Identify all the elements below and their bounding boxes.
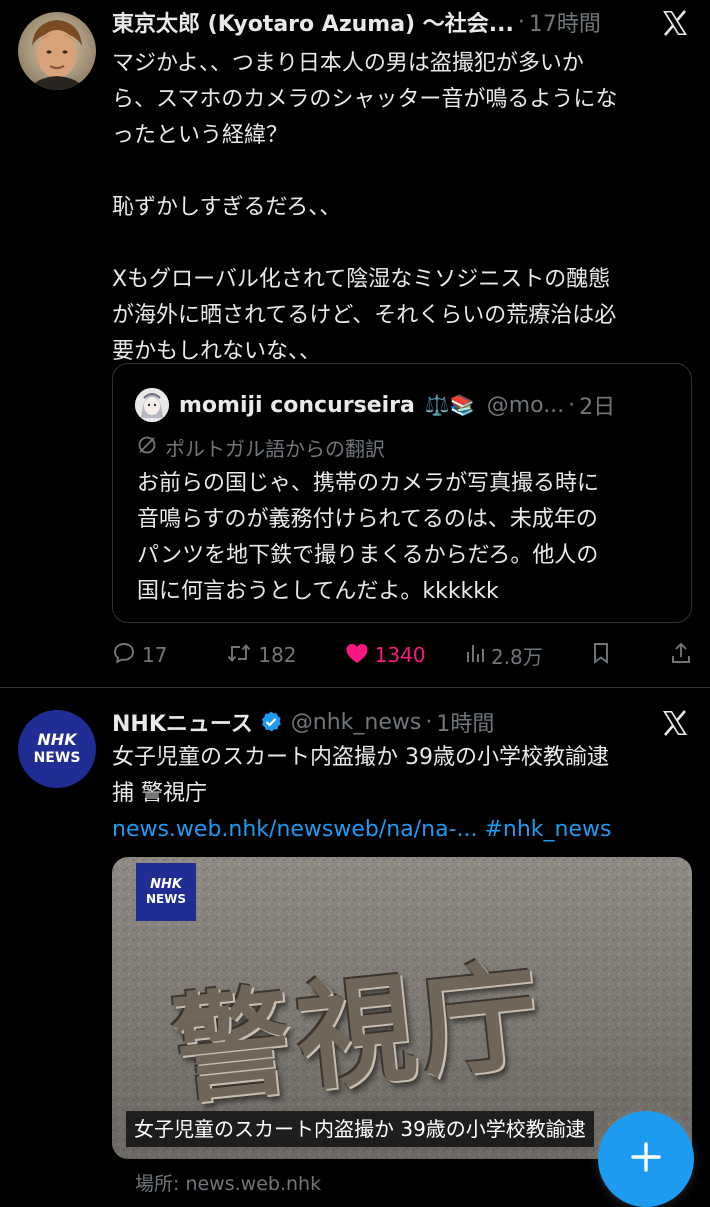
link-card[interactable]: NHK NEWS 警視庁 女子児童のスカート内盗撮か 39歳の小学校教諭逮 bbox=[112, 857, 692, 1159]
card-source[interactable]: 場所: news.web.nhk bbox=[135, 1169, 321, 1196]
tweet-text: 女子児童のスカート内盗撮か 39歳の小学校教諭逮 捕 警視庁 news.web.… bbox=[112, 740, 686, 848]
card-logo: NHK NEWS bbox=[136, 863, 196, 921]
tweet-text: マジかよ、、つまり日本人の男は盗撮犯が多いか ら、スマホのカメラのシャッター音が… bbox=[112, 46, 686, 370]
card-logo-bottom: NEWS bbox=[145, 892, 187, 906]
timestamp[interactable]: 1時間 bbox=[436, 706, 494, 738]
hashtag-link[interactable]: #nhk_news bbox=[484, 817, 611, 842]
repost-count: 182 bbox=[258, 643, 297, 667]
display-name[interactable]: 東京太郎 (Kyotaro Azuma) 〜社会... bbox=[112, 6, 514, 38]
views-icon bbox=[465, 642, 485, 669]
avatar-text-top: NHK bbox=[37, 730, 77, 749]
card-caption: 女子児童のスカート内盗撮か 39歳の小学校教諭逮 bbox=[126, 1111, 594, 1147]
plus-icon bbox=[628, 1139, 664, 1179]
translate-icon bbox=[137, 435, 157, 460]
bookmark-icon bbox=[591, 641, 611, 670]
share-button[interactable] bbox=[670, 641, 692, 670]
like-count: 1340 bbox=[374, 643, 426, 667]
avatar[interactable] bbox=[18, 12, 96, 90]
tweet-1[interactable]: 東京太郎 (Kyotaro Azuma) 〜社会... · 17時間 マジかよ、… bbox=[0, 0, 710, 686]
reply-button[interactable]: 17 bbox=[112, 641, 226, 670]
reply-icon bbox=[112, 641, 136, 670]
display-name[interactable]: NHKニュース bbox=[112, 706, 253, 738]
share-icon bbox=[670, 641, 692, 670]
quote-handle[interactable]: @mo... bbox=[487, 393, 564, 418]
quoted-tweet[interactable]: momiji concurseira ⚖️📚 @mo... · 2日 ポルトガル… bbox=[112, 363, 692, 623]
translation-note[interactable]: ポルトガル語からの翻訳 bbox=[137, 432, 385, 462]
reply-count: 17 bbox=[142, 643, 168, 667]
separator-dot: · bbox=[517, 9, 525, 35]
avatar-text-bottom: NEWS bbox=[33, 750, 81, 766]
tweet-body: 女子児童のスカート内盗撮か 39歳の小学校教諭逮 捕 警視庁 bbox=[112, 745, 609, 806]
translation-label: ポルトガル語からの翻訳 bbox=[165, 436, 385, 461]
quote-avatar[interactable] bbox=[135, 388, 169, 422]
quote-body: お前らの国じゃ、携帯のカメラが写真撮る時に 音鳴らすのが義務付けられてるのは、未… bbox=[137, 471, 600, 604]
quote-emoji: ⚖️📚 bbox=[424, 393, 475, 417]
tweet-2[interactable]: NHK NEWS NHKニュース @nhk_news · 1時間 女子児童のスカ… bbox=[0, 688, 710, 1199]
repost-icon bbox=[226, 641, 252, 670]
timestamp[interactable]: 17時間 bbox=[529, 6, 601, 38]
views-button[interactable]: 2.8万 bbox=[465, 641, 591, 670]
action-bar: 17 182 1340 2.8万 bbox=[112, 640, 692, 670]
tweet-header: NHKニュース @nhk_news · 1時間 bbox=[112, 706, 640, 738]
quote-header: momiji concurseira ⚖️📚 @mo... · 2日 bbox=[179, 389, 657, 421]
link-line: news.web.nhk/newsweb/na/na-... #nhk_news bbox=[112, 812, 686, 848]
tweet-body: マジかよ、、つまり日本人の男は盗撮犯が多いか ら、スマホのカメラのシャッター音が… bbox=[112, 51, 618, 364]
like-button[interactable]: 1340 bbox=[345, 642, 465, 669]
handle[interactable]: @nhk_news bbox=[291, 710, 422, 735]
nhk-avatar[interactable]: NHK NEWS bbox=[18, 710, 96, 788]
card-logo-top: NHK bbox=[150, 877, 182, 892]
x-logo-icon bbox=[660, 708, 690, 738]
quote-timestamp[interactable]: 2日 bbox=[579, 389, 615, 421]
repost-button[interactable]: 182 bbox=[226, 641, 344, 670]
tweet-header: 東京太郎 (Kyotaro Azuma) 〜社会... · 17時間 bbox=[112, 6, 640, 38]
article-link[interactable]: news.web.nhk/newsweb/na/na-... bbox=[112, 817, 477, 842]
x-logo-icon bbox=[660, 8, 690, 38]
heart-icon bbox=[345, 642, 369, 669]
verified-badge-icon bbox=[259, 710, 283, 734]
separator-dot: · bbox=[568, 392, 576, 418]
views-count: 2.8万 bbox=[490, 644, 543, 669]
quote-text: お前らの国じゃ、携帯のカメラが写真撮る時に 音鳴らすのが義務付けられてるのは、未… bbox=[137, 466, 671, 610]
bookmark-button[interactable] bbox=[591, 641, 670, 670]
compose-button[interactable] bbox=[598, 1111, 694, 1207]
separator-dot: · bbox=[425, 709, 433, 735]
quote-display-name[interactable]: momiji concurseira bbox=[179, 393, 415, 418]
